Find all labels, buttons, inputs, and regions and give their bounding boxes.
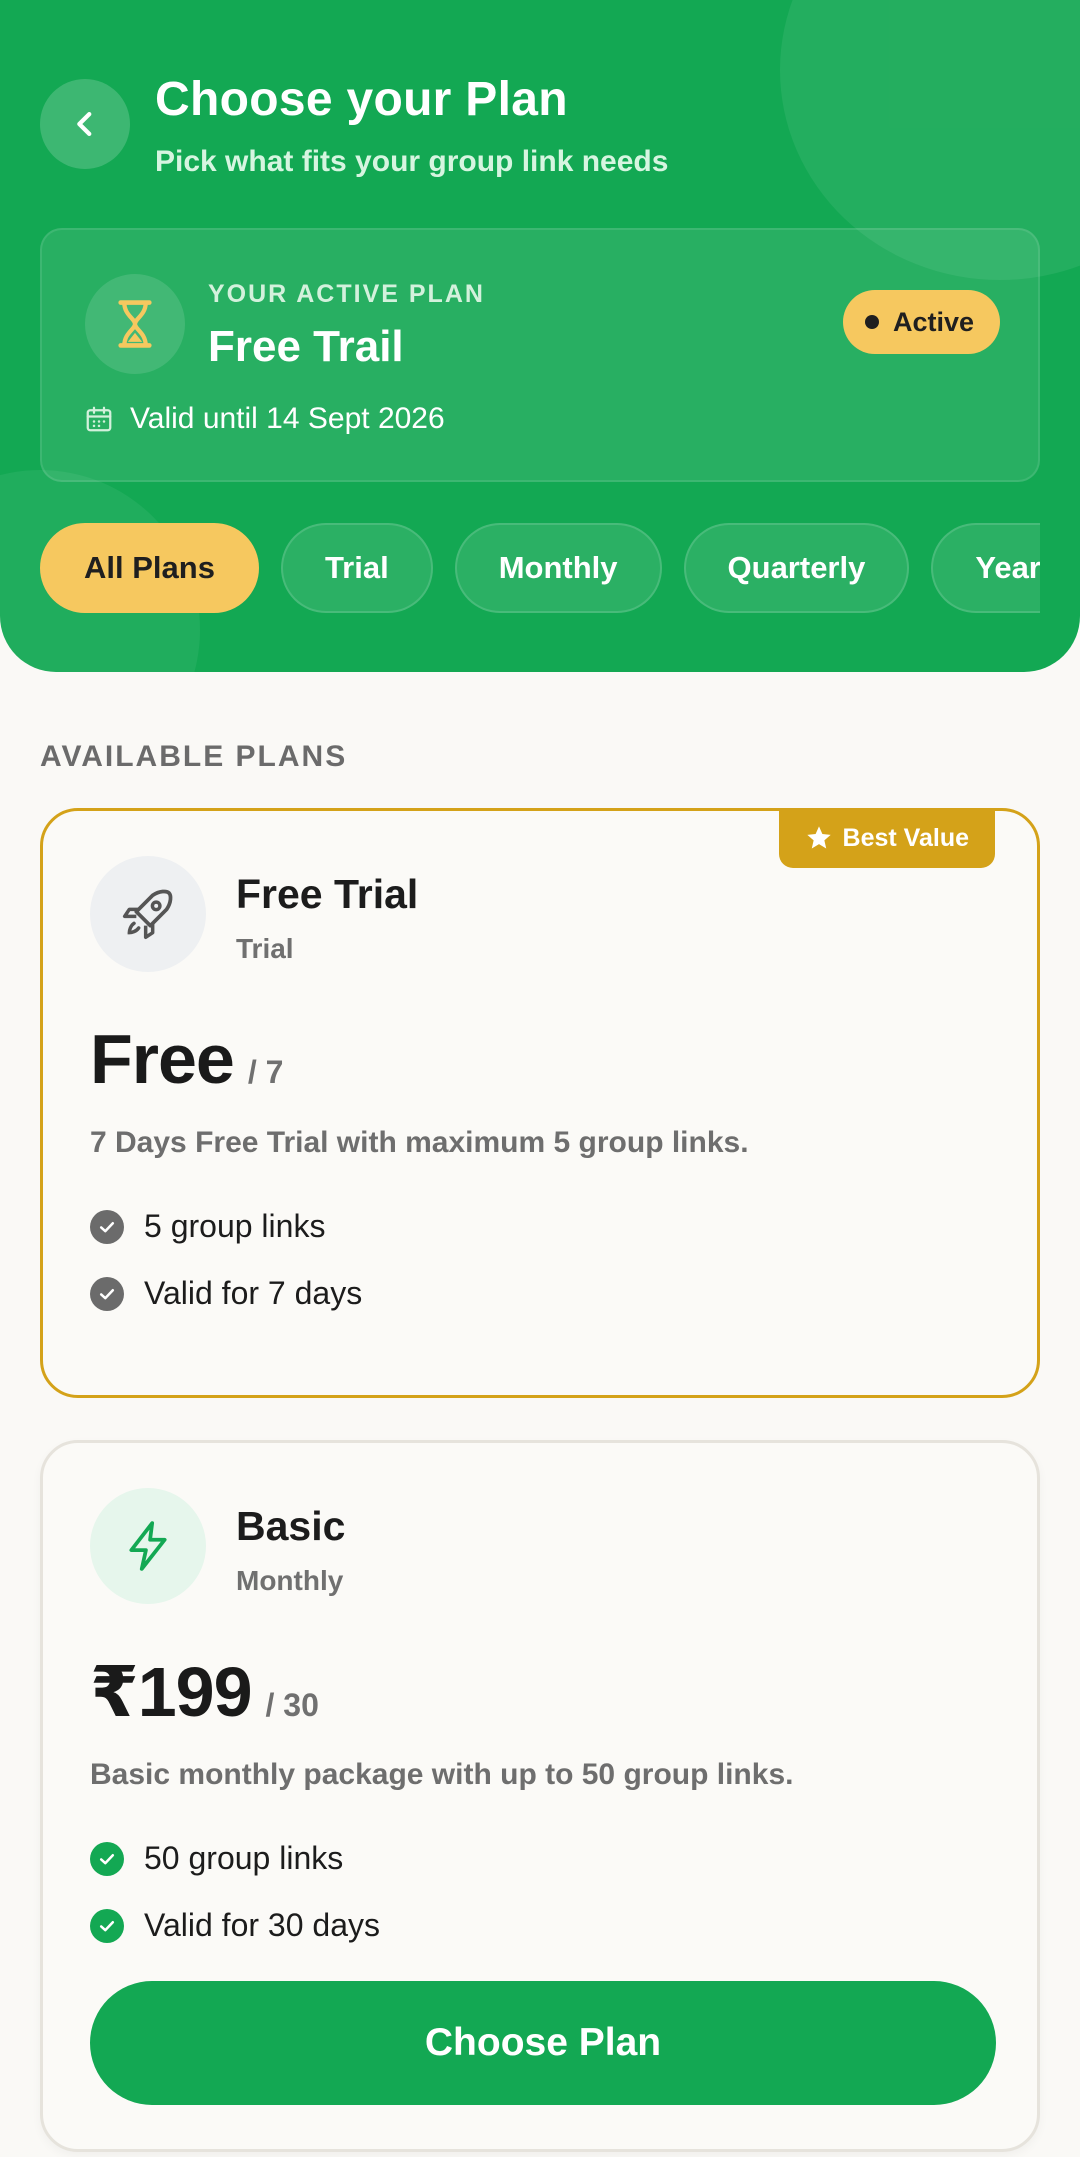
feature-item: Valid for 7 days [90,1260,362,1327]
plan-icon-wrap [90,856,206,972]
feature-item: Valid for 30 days [90,1892,380,1959]
plan-filter-tabs: All Plans Trial Monthly Quarterly Yearly [40,523,1040,613]
feature-list: 5 group links Valid for 7 days [90,1193,362,1327]
choose-plan-button[interactable]: Choose Plan [90,1981,996,2105]
header: Choose your Plan Pick what fits your gro… [0,0,1080,672]
rocket-icon [122,889,173,940]
plan-name: Basic [236,1503,346,1549]
active-plan-name: Free Trail [208,322,404,371]
section-label: AVAILABLE PLANS [40,740,348,773]
price-row: ₹199 / 30 [90,1651,319,1733]
plan-price: ₹199 [90,1653,252,1731]
status-dot [864,315,879,329]
plan-name: Free Trial [236,871,419,917]
active-plan-icon-wrap [85,274,185,374]
tab-all-plans[interactable]: All Plans [40,523,259,613]
active-plan-card: YOUR ACTIVE PLAN Free Trail Active Valid… [40,228,1040,482]
check-icon [90,1841,124,1876]
plan-duration: / 7 [247,1054,284,1090]
feature-text: Valid for 30 days [144,1907,380,1943]
plan-description: Basic monthly package with up to 50 grou… [90,1758,794,1791]
chevron-left-icon [77,111,92,137]
best-value-label: Best Value [842,823,969,852]
plan-type: Trial [236,933,294,964]
feature-list: 50 group links Valid for 30 days [90,1825,380,1959]
plan-card-free-trial[interactable]: Best Value Free Trial Trial Free / 7 7 D… [40,808,1040,1398]
active-plan-label: YOUR ACTIVE PLAN [208,280,485,308]
status-badge: Active [842,290,1000,354]
page-subtitle: Pick what fits your group link needs [155,145,669,178]
feature-text: 50 group links [144,1840,344,1876]
valid-until-text: Valid until 14 Sept 2026 [130,402,445,435]
tab-quarterly[interactable]: Quarterly [683,523,910,613]
valid-until-row: Valid until 14 Sept 2026 [84,402,445,436]
tab-yearly[interactable]: Yearly [931,523,1040,613]
check-icon [90,1209,124,1244]
feature-text: Valid for 7 days [144,1275,363,1311]
price-row: Free / 7 [90,1019,283,1099]
page-title: Choose your Plan [155,73,568,126]
check-icon [90,1276,124,1311]
feature-item: 5 group links [90,1193,362,1260]
back-button[interactable] [40,79,130,169]
status-badge-label: Active [892,306,974,337]
hourglass-icon [118,300,152,348]
plan-type: Monthly [236,1565,344,1596]
feature-item: 50 group links [90,1825,380,1892]
plan-description: 7 Days Free Trial with maximum 5 group l… [90,1126,749,1159]
plan-duration: / 30 [265,1687,319,1723]
plan-icon-wrap [90,1488,206,1604]
best-value-badge: Best Value [778,808,995,868]
plan-price: Free [90,1020,235,1098]
tab-trial[interactable]: Trial [280,523,433,613]
feature-text: 5 group links [144,1208,326,1244]
check-icon [90,1908,124,1943]
star-icon [806,826,831,849]
lightning-icon [129,1521,167,1571]
plan-card-basic[interactable]: Basic Monthly ₹199 / 30 Basic monthly pa… [40,1440,1040,2152]
tab-monthly[interactable]: Monthly [454,523,662,613]
calendar-icon [86,406,112,432]
